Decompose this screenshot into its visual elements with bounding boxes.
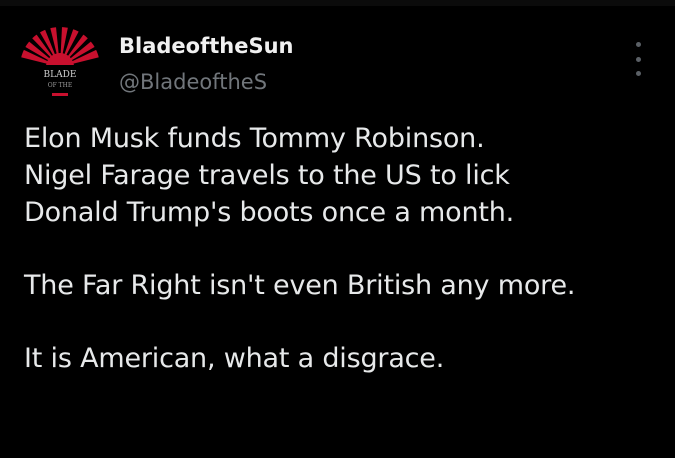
avatar-text-bottom: OF THE (48, 82, 73, 89)
more-vertical-icon[interactable] (626, 42, 650, 76)
rising-sun-logo: BLADE OF THE (20, 27, 100, 107)
author-display-name[interactable]: BladeoftheSun (119, 34, 293, 58)
tweet-line: The Far Right isn't even British any mor… (24, 270, 576, 301)
tweet-line: Donald Trump's boots once a month. (24, 197, 515, 228)
tweet-card: BLADE OF THE BladeoftheSun @BladeoftheS … (0, 0, 675, 458)
tweet-line: Nigel Farage travels to the US to lick (24, 160, 510, 191)
avatar-text-top: BLADE (44, 70, 77, 80)
tweet-body: Elon Musk funds Tommy Robinson. Nigel Fa… (24, 120, 664, 377)
more-dot (635, 56, 641, 62)
tweet-line: It is American, what a disgrace. (24, 343, 445, 374)
more-dot (635, 42, 641, 47)
author-handle[interactable]: @BladeoftheS (119, 70, 267, 94)
top-divider (0, 0, 675, 6)
avatar[interactable]: BLADE OF THE (20, 27, 100, 107)
more-dot (635, 71, 641, 76)
tweet-line: Elon Musk funds Tommy Robinson. (24, 123, 485, 154)
